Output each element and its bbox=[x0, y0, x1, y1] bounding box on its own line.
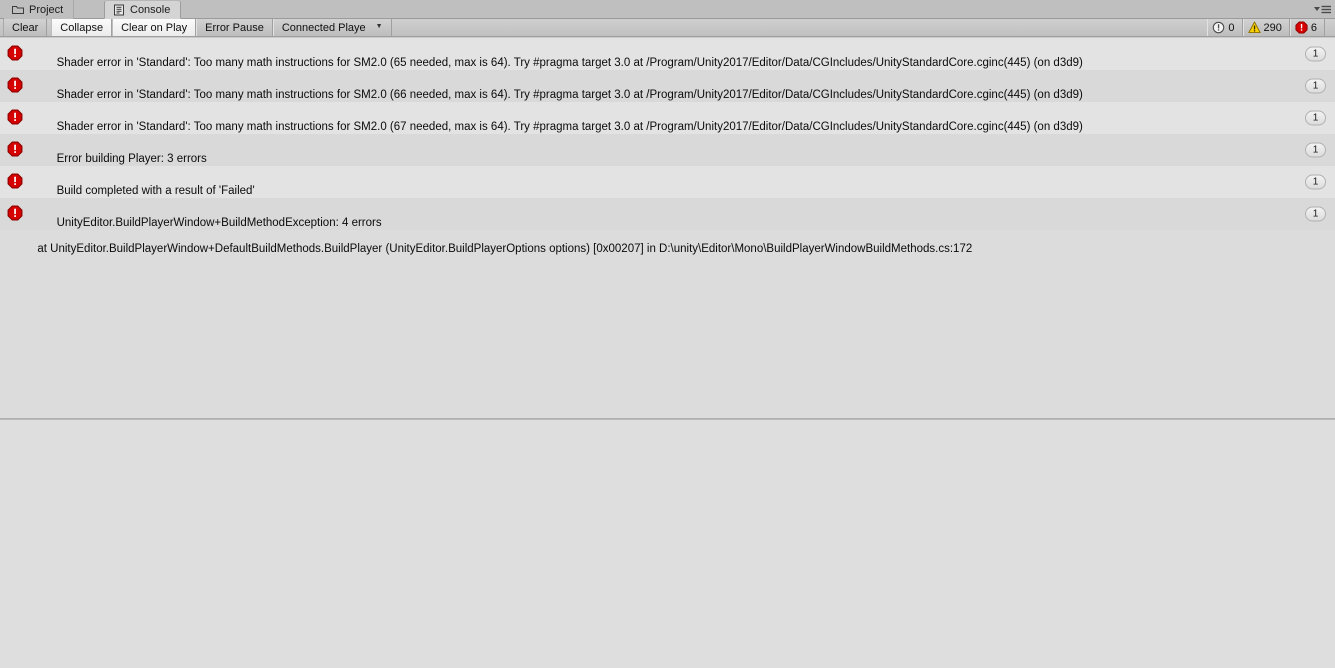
error-count[interactable]: 6 bbox=[1289, 19, 1325, 36]
clear-button[interactable]: Clear bbox=[3, 19, 48, 36]
error-pause-button-label: Error Pause bbox=[205, 21, 264, 34]
tab-console[interactable]: Console bbox=[104, 0, 182, 19]
console-icon bbox=[114, 4, 124, 15]
log-detail-pane[interactable] bbox=[0, 420, 1335, 668]
table-row[interactable]: Error building Player: 3 errors 1 bbox=[0, 134, 1335, 166]
tab-strip: Project Console bbox=[0, 0, 1335, 19]
info-count[interactable]: 0 bbox=[1207, 19, 1243, 36]
log-entry-text: UnityEditor.BuildPlayerWindow+BuildMetho… bbox=[31, 198, 1335, 282]
error-icon bbox=[7, 45, 23, 61]
error-icon bbox=[7, 205, 23, 221]
error-count-value: 6 bbox=[1310, 21, 1317, 34]
log-entry-line1: Shader error in 'Standard': Too many mat… bbox=[56, 57, 1083, 69]
log-entry-line1: Error building Player: 3 errors bbox=[56, 153, 207, 165]
log-list[interactable]: Shader error in 'Standard': Too many mat… bbox=[0, 38, 1335, 418]
log-entry-line2: at UnityEditor.BuildPlayerWindow+Default… bbox=[31, 243, 973, 255]
folder-icon bbox=[12, 5, 24, 14]
connected-player-dropdown[interactable]: Connected Playe ▼ bbox=[272, 19, 392, 36]
log-entry-line1: UnityEditor.BuildPlayerWindow+BuildMetho… bbox=[56, 217, 382, 229]
error-icon bbox=[1295, 21, 1308, 34]
error-icon bbox=[7, 77, 23, 93]
info-icon bbox=[1213, 21, 1225, 34]
clear-button-label: Clear bbox=[12, 21, 39, 34]
connected-player-label: Connected Playe bbox=[281, 21, 366, 34]
error-pause-button[interactable]: Error Pause bbox=[196, 19, 273, 36]
info-count-value: 0 bbox=[1228, 21, 1235, 34]
table-row[interactable]: Shader error in 'Standard': Too many mat… bbox=[0, 38, 1335, 70]
clear-on-play-button[interactable]: Clear on Play bbox=[112, 19, 197, 36]
log-entry-count-badge[interactable]: 1 bbox=[1305, 110, 1326, 126]
error-icon bbox=[7, 173, 23, 189]
tab-project-label: Project bbox=[29, 3, 64, 16]
log-entry-count-badge[interactable]: 1 bbox=[1305, 142, 1326, 158]
table-row[interactable]: Shader error in 'Standard': Too many mat… bbox=[0, 70, 1335, 102]
log-detail-text bbox=[0, 420, 1335, 428]
clear-on-play-button-label: Clear on Play bbox=[121, 21, 188, 34]
console-toolbar: Clear Collapse Clear on Play Error Pause… bbox=[0, 19, 1335, 37]
warning-count-value: 290 bbox=[1263, 21, 1282, 34]
chevron-down-icon: ▼ bbox=[375, 23, 383, 30]
collapse-button[interactable]: Collapse bbox=[51, 19, 113, 36]
toolbar-filler bbox=[392, 19, 1208, 36]
table-row[interactable]: Build completed with a result of 'Failed… bbox=[0, 166, 1335, 223]
log-counters: 0 290 6 bbox=[1207, 19, 1325, 36]
tab-console-label: Console bbox=[130, 3, 171, 16]
table-row[interactable]: Shader error in 'Standard': Too many mat… bbox=[0, 102, 1335, 134]
log-entry-count-badge[interactable]: 1 bbox=[1305, 174, 1326, 190]
log-entry-count-badge[interactable]: 1 bbox=[1305, 78, 1326, 94]
warning-count[interactable]: 290 bbox=[1242, 19, 1290, 36]
log-entry-count-badge[interactable]: 1 bbox=[1305, 46, 1326, 62]
log-entry-line1: Build completed with a result of 'Failed… bbox=[56, 185, 255, 197]
log-entry-line1: Shader error in 'Standard': Too many mat… bbox=[56, 121, 1083, 133]
collapse-button-label: Collapse bbox=[60, 21, 104, 34]
error-icon bbox=[7, 141, 23, 157]
window-options-button[interactable] bbox=[1310, 3, 1332, 16]
console-window: Project Console Clear Collapse Clear on … bbox=[0, 0, 1335, 668]
window-options-hamburger-icon bbox=[1314, 5, 1331, 14]
log-entry-line1: Shader error in 'Standard': Too many mat… bbox=[56, 89, 1083, 101]
table-row[interactable]: UnityEditor.BuildPlayerWindow+BuildMetho… bbox=[0, 198, 1335, 255]
warning-icon bbox=[1247, 21, 1261, 34]
error-icon bbox=[7, 109, 23, 125]
tab-project[interactable]: Project bbox=[4, 0, 75, 19]
log-entry-count-badge[interactable]: 1 bbox=[1305, 206, 1326, 222]
